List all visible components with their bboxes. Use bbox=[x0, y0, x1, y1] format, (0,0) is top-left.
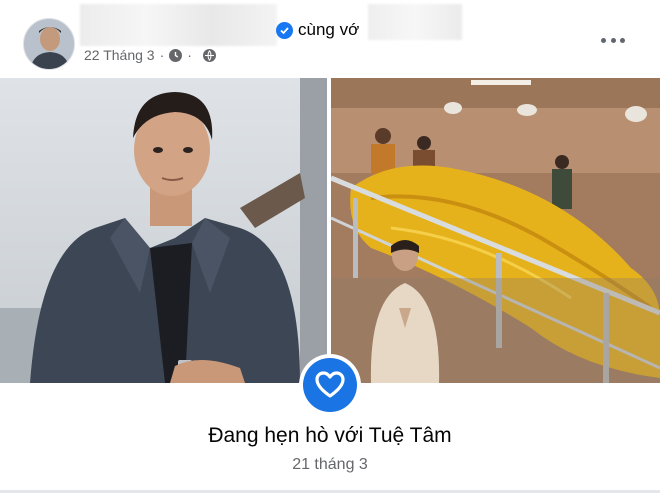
life-event-badge bbox=[299, 354, 361, 416]
meta-separator: · bbox=[159, 47, 165, 63]
globe-icon[interactable] bbox=[202, 48, 216, 62]
photo-temple-reclining-buddha[interactable] bbox=[331, 78, 660, 383]
photo-man-in-blazer[interactable] bbox=[0, 78, 327, 383]
more-dot bbox=[610, 37, 616, 43]
author-name-redacted bbox=[80, 4, 277, 46]
more-options-icon[interactable] bbox=[598, 30, 628, 50]
life-event-date: 21 tháng 3 bbox=[292, 456, 368, 473]
meta-separator-2: · bbox=[187, 47, 192, 63]
author-avatar[interactable] bbox=[23, 18, 75, 70]
with-label: cùng vớ bbox=[298, 20, 360, 39]
more-dot bbox=[620, 37, 625, 43]
photo-grid bbox=[0, 78, 660, 383]
more-dot bbox=[601, 37, 606, 43]
post-date[interactable]: 22 Tháng 3 bbox=[84, 47, 155, 63]
tagged-name-redacted bbox=[368, 4, 462, 40]
post-header: cùng vớ 22 Tháng 3 · · bbox=[0, 0, 660, 78]
verified-badge-icon bbox=[276, 22, 293, 39]
heart-icon bbox=[303, 358, 357, 412]
clock-icon bbox=[169, 48, 183, 62]
life-event-title: Đang hẹn hò với Tuệ Tâm bbox=[208, 424, 452, 447]
post-meta: 22 Tháng 3 · · bbox=[84, 47, 216, 63]
